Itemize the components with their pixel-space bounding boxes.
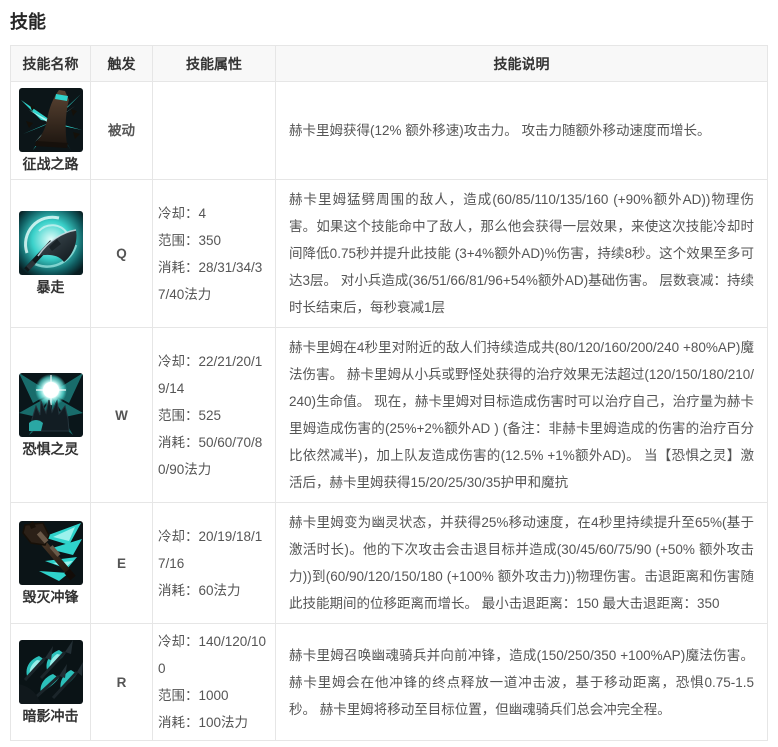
skill-trigger: 被动 — [90, 81, 153, 180]
devastating-charge-mace-icon — [18, 520, 83, 585]
skill-name-label: 恐惧之灵 — [22, 440, 79, 457]
header-trigger: 触发 — [90, 45, 153, 82]
skill-row-passive: 征战之路 被动 赫卡里姆获得(12% 额外移速)攻击力。 攻击力随额外移动速度而… — [10, 81, 768, 180]
skill-description: 赫卡里姆获得(12% 额外移速)攻击力。 攻击力随额外移动速度而增长。 — [275, 81, 768, 180]
rampage-halberd-icon — [18, 211, 83, 275]
skill-attribute: 冷却：22/21/20/19/14 — [158, 353, 263, 396]
skill-description: 赫卡里姆在4秒里对附近的敌人们持续造成共(80/120/160/200/240 … — [275, 327, 768, 503]
skill-trigger: Q — [90, 179, 153, 328]
skill-attribute: 消耗：50/60/70/80/90法力 — [158, 434, 263, 477]
page-title: 技能 — [10, 12, 46, 32]
skill-name-cell: 毁灭冲锋 — [10, 502, 91, 624]
skill-row-e: 毁灭冲锋 E 冷却：20/19/18/17/16 消耗：60法力 赫卡里姆变为幽… — [10, 502, 768, 624]
skill-trigger: R — [90, 623, 153, 741]
skill-attributes-cell: 冷却：4 范围：350 消耗：28/31/34/37/40法力 — [152, 179, 276, 328]
skill-name-label: 征战之路 — [22, 156, 79, 172]
skill-attribute: 范围：350 — [158, 232, 222, 248]
skill-attribute: 冷却：20/19/18/17/16 — [158, 528, 263, 571]
spirit-of-dread-hand-icon — [18, 372, 83, 437]
skill-attributes-cell: 冷却：22/21/20/19/14 范围：525 消耗：50/60/70/80/… — [152, 327, 276, 503]
skills-table: 技能名称 触发 技能属性 技能说明 征战之路 被动 赫卡里姆获得(12% 额外移… — [10, 45, 768, 741]
onslaught-of-shadows-lances-icon — [18, 639, 83, 704]
warpath-hoof-icon — [18, 88, 83, 152]
skill-attribute: 冷却：140/120/100 — [158, 634, 267, 676]
skill-attribute: 消耗：60法力 — [158, 582, 241, 598]
skill-description: 赫卡里姆变为幽灵状态，并获得25%移动速度，在4秒里持续提升至65%(基于激活时… — [275, 502, 768, 624]
skills-page: 技能 技能名称 触发 技能属性 技能说明 征战之路 被动 赫卡里姆获得(12% … — [0, 0, 778, 747]
skill-attributes-cell: 冷却：20/19/18/17/16 消耗：60法力 — [152, 502, 276, 624]
skill-attributes-cell — [152, 81, 276, 180]
skill-trigger: W — [90, 327, 153, 503]
table-header-row: 技能名称 触发 技能属性 技能说明 — [10, 45, 768, 82]
skill-name-cell: 恐惧之灵 — [10, 327, 91, 503]
skill-name-label: 暴走 — [36, 279, 65, 295]
skill-attribute: 范围：525 — [158, 407, 222, 423]
skill-attribute: 冷却：4 — [158, 205, 207, 221]
skill-description: 赫卡里姆猛劈周围的敌人，造成(60/85/110/135/160 (+90%额外… — [275, 179, 768, 328]
skill-trigger: E — [90, 502, 153, 624]
header-skill-name: 技能名称 — [10, 45, 91, 82]
header-description: 技能说明 — [275, 45, 768, 82]
skill-name-cell: 暴走 — [10, 179, 91, 328]
skill-attributes-cell: 冷却：140/120/100 范围：1000 消耗：100法力 — [152, 623, 276, 741]
skill-name-label: 暗影冲击 — [22, 707, 79, 724]
skill-description: 赫卡里姆召唤幽魂骑兵并向前冲锋，造成(150/250/350 +100%AP)魔… — [275, 623, 768, 741]
skill-name-label: 毁灭冲锋 — [22, 588, 79, 605]
skill-name-cell: 征战之路 — [10, 81, 91, 180]
skill-row-w: 恐惧之灵 W 冷却：22/21/20/19/14 范围：525 消耗：50/60… — [10, 327, 768, 503]
skill-attribute: 消耗：100法力 — [158, 715, 249, 730]
header-attributes: 技能属性 — [152, 45, 276, 82]
skill-attribute: 范围：1000 — [158, 688, 229, 703]
skill-row-q: 暴走 Q 冷却：4 范围：350 消耗：28/31/34/37/40法力 赫卡里… — [10, 179, 768, 328]
skill-row-r: 暗影冲击 R 冷却：140/120/100 范围：1000 消耗：100法力 赫… — [10, 623, 768, 741]
skill-attribute: 消耗：28/31/34/37/40法力 — [158, 259, 263, 302]
skill-name-cell: 暗影冲击 — [10, 623, 91, 741]
